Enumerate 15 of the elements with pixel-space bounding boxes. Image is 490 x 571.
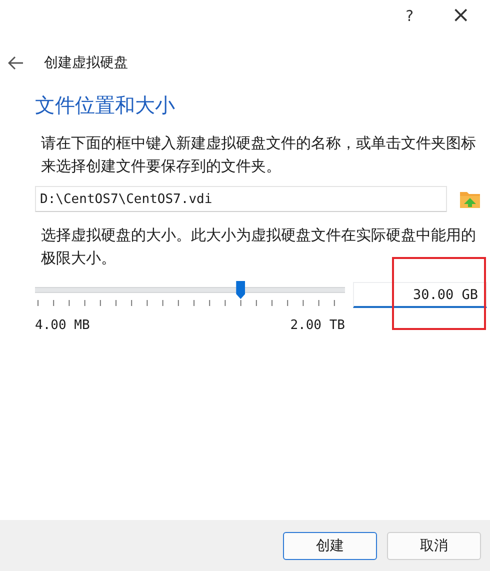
dialog-title: 创建虚拟硬盘	[44, 54, 128, 72]
size-field[interactable]: 30.00 GB	[353, 282, 487, 308]
help-button[interactable]: ?	[402, 8, 418, 24]
max-size-label: 2.00 TB	[290, 318, 345, 333]
create-button[interactable]: 创建	[283, 532, 377, 560]
min-size-label: 4.00 MB	[35, 318, 90, 333]
size-description: 选择虚拟硬盘的大小。此大小为虚拟硬盘文件在实际硬盘中能用的极限大小。	[41, 225, 477, 269]
cancel-button[interactable]: 取消	[387, 532, 481, 560]
location-description: 请在下面的框中键入新建虚拟硬盘文件的名称，或单击文件夹图标来选择创建文件要保存到的文件夹。	[41, 133, 477, 177]
folder-icon[interactable]	[459, 189, 481, 209]
file-path-field[interactable]: D:\CentOS7\CentOS7.vdi	[35, 186, 447, 212]
close-button[interactable]: ×	[448, 5, 474, 27]
back-arrow-icon[interactable]	[8, 56, 24, 70]
section-heading: 文件位置和大小	[35, 92, 176, 119]
slider-thumb[interactable]	[236, 281, 246, 299]
